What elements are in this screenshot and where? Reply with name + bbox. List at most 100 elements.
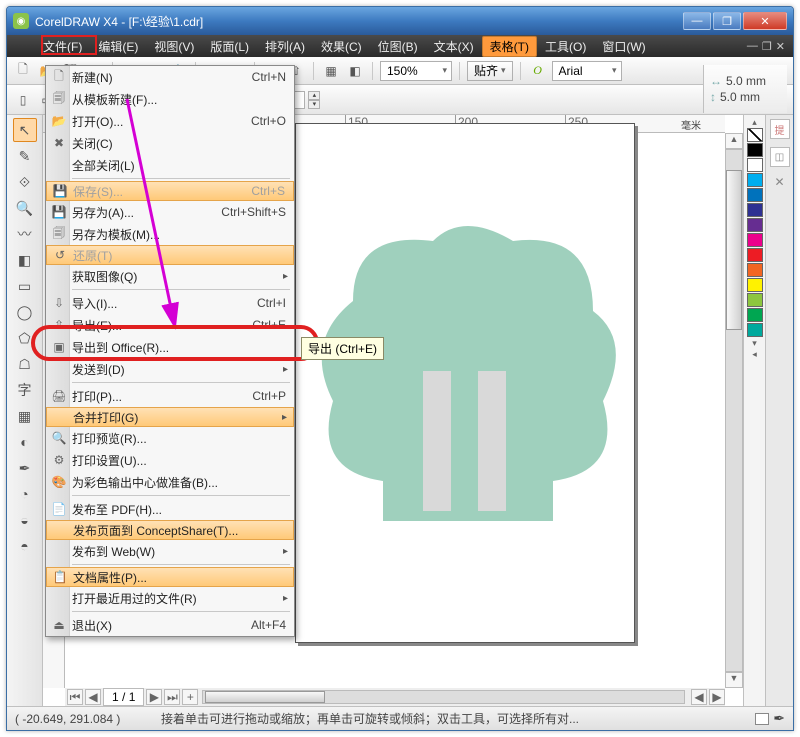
nudge-up[interactable]: ▴ [308, 91, 320, 100]
prev-page-button[interactable]: ◀ [85, 689, 101, 705]
menu-export-office[interactable]: ▣导出到 Office(R)... [46, 336, 294, 358]
table-tool[interactable]: ▦ [13, 404, 37, 428]
swatch[interactable] [747, 248, 763, 262]
swatch[interactable] [747, 218, 763, 232]
zoom-combo[interactable]: 150% [380, 61, 452, 81]
menu-exit[interactable]: ⏏退出(X)Alt+F4 [46, 614, 294, 636]
ellipse-tool[interactable]: ◯ [13, 300, 37, 324]
minimize-button[interactable]: — [683, 12, 711, 30]
swatch[interactable] [747, 143, 763, 157]
add-page-button[interactable]: + [182, 689, 198, 705]
menu-layout[interactable]: 版面(L) [202, 36, 257, 57]
menu-bitmaps[interactable]: 位图(B) [370, 36, 426, 57]
swatch[interactable] [747, 233, 763, 247]
menu-effects[interactable]: 效果(C) [313, 36, 370, 57]
shape-tool[interactable]: ✎ [13, 144, 37, 168]
swatch[interactable] [747, 278, 763, 292]
menu-close[interactable]: ✖关闭(C) [46, 132, 294, 154]
menu-table[interactable]: 表格(T) [482, 36, 537, 57]
menu-window[interactable]: 窗口(W) [594, 36, 653, 57]
menu-save[interactable]: 💾保存(S)...Ctrl+S [46, 181, 294, 201]
polygon-tool[interactable]: ⬠ [13, 326, 37, 350]
menu-doc-props[interactable]: 📋文档属性(P)... [46, 567, 294, 587]
menu-arrange[interactable]: 排列(A) [257, 36, 313, 57]
interactivefill-tool[interactable]: ◓ [13, 534, 37, 558]
menu-close-all[interactable]: 全部关闭(L) [46, 154, 294, 176]
scroll-up-button[interactable]: ▲ [725, 133, 743, 149]
menu-publish-pdf[interactable]: 📄发布至 PDF(H)... [46, 498, 294, 520]
menu-save-as-template[interactable]: 🗐另存为模板(M)... [46, 223, 294, 245]
menu-publish-web[interactable]: 发布到 Web(W)▸ [46, 540, 294, 562]
pick-tool[interactable]: ↖ [13, 118, 37, 142]
text-tool[interactable]: 字 [13, 378, 37, 402]
new-icon[interactable]: 🗋 [13, 61, 33, 81]
menu-view[interactable]: 视图(V) [146, 36, 202, 57]
swatch-none[interactable] [747, 128, 763, 142]
rectangle-tool[interactable]: ▭ [13, 274, 37, 298]
vertical-scrollbar[interactable]: ▲ ▼ [725, 133, 743, 688]
menu-edit[interactable]: 编辑(E) [90, 36, 146, 57]
docker-hints-icon[interactable]: 提 [770, 119, 790, 139]
menu-save-as[interactable]: 💾另存为(A)...Ctrl+Shift+S [46, 201, 294, 223]
palette-down[interactable]: ▾ [752, 338, 757, 349]
hscroll-thumb[interactable] [205, 691, 325, 703]
nudge-down[interactable]: ▾ [308, 100, 320, 109]
next-page-button[interactable]: ▶ [146, 689, 162, 705]
menu-print-preview[interactable]: 🔍打印预览(R)... [46, 427, 294, 449]
scroll-left-button[interactable]: ◀ [691, 689, 707, 705]
doc-close-button[interactable]: ✕ [776, 40, 785, 53]
menu-publish-conceptshare[interactable]: 发布页面到 ConceptShare(T)... [46, 520, 294, 540]
menu-file[interactable]: 文件(F) [35, 36, 90, 57]
doc-restore-button[interactable]: ❐ [762, 40, 772, 53]
menu-print[interactable]: 🖨打印(P)...Ctrl+P [46, 385, 294, 407]
menu-export[interactable]: ⇧导出(E)...Ctrl+E [46, 314, 294, 336]
app-launcher-icon[interactable]: ▦ [321, 61, 341, 81]
fill-tool[interactable]: ◒ [13, 508, 37, 532]
palette-flyout[interactable]: ◂ [752, 349, 757, 360]
swatch[interactable] [747, 308, 763, 322]
scroll-right-button[interactable]: ▶ [709, 689, 725, 705]
palette-up[interactable]: ▴ [752, 117, 757, 128]
smartfill-tool[interactable]: ◧ [13, 248, 37, 272]
menu-revert[interactable]: ↺还原(T) [46, 245, 294, 265]
swatch[interactable] [747, 173, 763, 187]
menu-print-setup[interactable]: ⚙打印设置(U)... [46, 449, 294, 471]
swatch[interactable] [747, 203, 763, 217]
font-combo[interactable]: Arial [552, 61, 622, 81]
page-portrait-icon[interactable]: ▯ [13, 90, 33, 110]
menu-send-to[interactable]: 发送到(D)▸ [46, 358, 294, 380]
swatch[interactable] [747, 323, 763, 337]
close-button[interactable]: ✕ [743, 12, 787, 30]
doc-minimize-button[interactable]: — [747, 40, 758, 53]
outline-tool[interactable]: ◔ [13, 482, 37, 506]
swatch[interactable] [747, 158, 763, 172]
menu-acquire[interactable]: 获取图像(Q)▸ [46, 265, 294, 287]
drawing-shape[interactable] [313, 221, 623, 521]
docker-objmgr-icon[interactable]: ◫ [770, 147, 790, 167]
swatch[interactable] [747, 188, 763, 202]
menu-open[interactable]: 📂打开(O)...Ctrl+O [46, 110, 294, 132]
first-page-button[interactable]: ⏮ [67, 689, 83, 705]
menu-prepare-color[interactable]: 🎨为彩色输出中心做准备(B)... [46, 471, 294, 493]
vscroll-thumb[interactable] [726, 170, 742, 330]
welcome-icon[interactable]: ◧ [345, 61, 365, 81]
zoom-tool[interactable]: 🔍 [13, 196, 37, 220]
maximize-button[interactable]: ❐ [713, 12, 741, 30]
fill-indicator[interactable]: ✒ [755, 710, 785, 727]
menu-tools[interactable]: 工具(O) [537, 36, 594, 57]
menu-print-merge[interactable]: 合并打印(G)▸ [46, 407, 294, 427]
swatch[interactable] [747, 263, 763, 277]
snap-button[interactable]: 贴齐 [467, 61, 513, 81]
crop-tool[interactable]: ⟐ [13, 170, 37, 194]
interactive-tool[interactable]: ◐ [13, 430, 37, 454]
last-page-button[interactable]: ⏭ [164, 689, 180, 705]
menu-import[interactable]: ⇩导入(I)...Ctrl+I [46, 292, 294, 314]
swatch[interactable] [747, 293, 763, 307]
eyedropper-tool[interactable]: ✒ [13, 456, 37, 480]
freehand-tool[interactable]: 〰 [13, 222, 37, 246]
menu-new-from-template[interactable]: 🗐从模板新建(F)... [46, 88, 294, 110]
menu-recent[interactable]: 打开最近用过的文件(R)▸ [46, 587, 294, 609]
basicshapes-tool[interactable]: ☖ [13, 352, 37, 376]
menu-new[interactable]: 🗋新建(N)Ctrl+N [46, 66, 294, 88]
page-indicator[interactable]: 1 / 1 [103, 688, 144, 706]
